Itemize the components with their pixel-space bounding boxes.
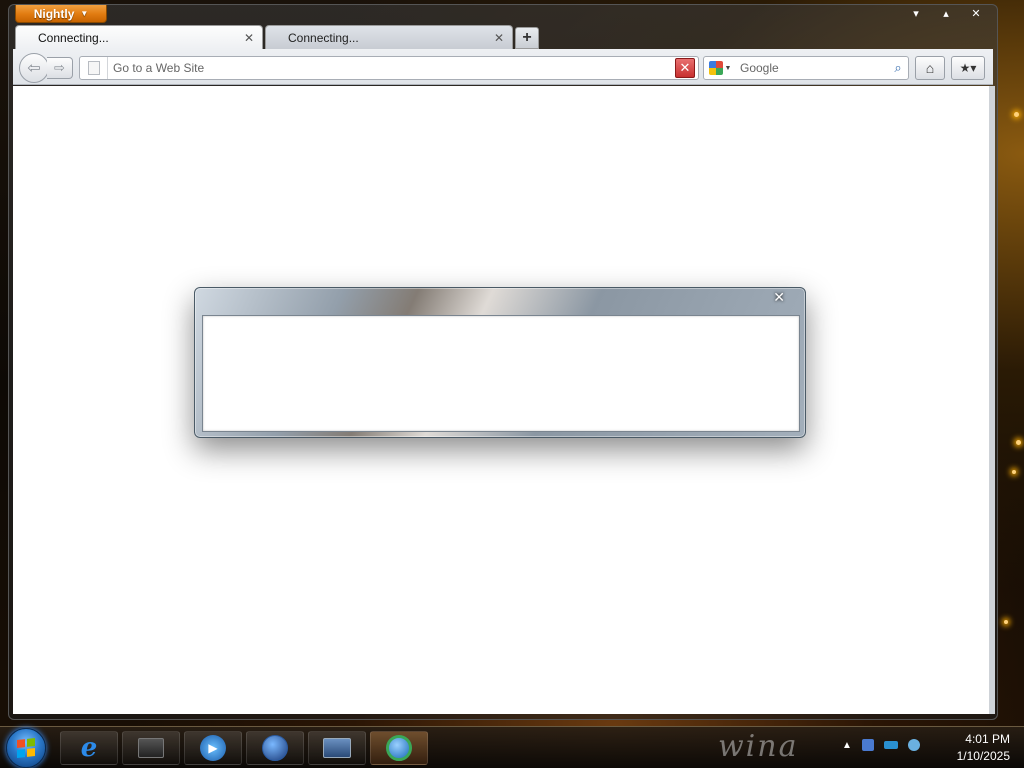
tab-title: Connecting... bbox=[288, 30, 359, 45]
taskbar-firefox[interactable] bbox=[370, 731, 428, 765]
dialog-body bbox=[202, 315, 800, 432]
wallpaper-glint bbox=[1016, 440, 1021, 445]
search-bar[interactable]: ▼ Google ⌕ bbox=[703, 56, 909, 80]
wallpaper-glint bbox=[1012, 470, 1016, 474]
wallpaper-glint bbox=[1014, 112, 1019, 117]
app-menu-button[interactable]: Nightly ▼ bbox=[15, 5, 107, 23]
search-engine-button[interactable]: ▼ bbox=[704, 61, 736, 75]
arrow-right-icon: ⇨ bbox=[54, 60, 65, 75]
site-identity-button[interactable] bbox=[80, 57, 108, 79]
back-button[interactable]: ⇦ bbox=[19, 53, 49, 83]
google-icon bbox=[708, 61, 723, 75]
arrow-left-icon: ⇦ bbox=[27, 60, 41, 77]
globe-icon bbox=[262, 735, 288, 761]
volume-icon[interactable] bbox=[907, 739, 920, 751]
stop-button[interactable]: ✕ bbox=[675, 58, 695, 78]
wallpaper-glint bbox=[1004, 620, 1008, 624]
wallpaper-brand: wina bbox=[718, 729, 799, 764]
taskbar-globe[interactable] bbox=[246, 731, 304, 765]
clock-date: 1/10/2025 bbox=[956, 749, 1010, 763]
new-tab-button[interactable]: + bbox=[515, 27, 539, 49]
url-input[interactable]: Go to a Web Site bbox=[108, 61, 682, 75]
media-player-icon: ▶ bbox=[200, 735, 226, 761]
start-button[interactable] bbox=[6, 728, 46, 768]
battery-icon[interactable] bbox=[883, 741, 898, 749]
internet-explorer-icon: e bbox=[80, 733, 98, 763]
tab-connecting-1[interactable]: Connecting... ✕ bbox=[15, 25, 263, 49]
tab-connecting-2[interactable]: Connecting... ✕ bbox=[265, 25, 513, 49]
home-button[interactable]: ⌂ bbox=[915, 56, 945, 80]
search-icon[interactable]: ⌕ bbox=[888, 60, 908, 76]
bookmark-star-icon: ★▾ bbox=[959, 61, 977, 75]
maximize-icon[interactable]: ▴ bbox=[939, 7, 953, 20]
navigation-toolbar: ⇦ ⇨ Go to a Web Site ▼ ✕ ▼ Google ⌕ ⌂ bbox=[13, 49, 993, 85]
network-icon[interactable] bbox=[861, 739, 874, 751]
minimize-icon[interactable]: ▾ bbox=[909, 7, 923, 20]
stop-icon: ✕ bbox=[679, 60, 691, 75]
clock-time: 4:01 PM bbox=[965, 732, 1010, 746]
chevron-down-icon: ▼ bbox=[724, 64, 732, 72]
bookmarks-button[interactable]: ★▾ bbox=[951, 56, 985, 80]
search-input[interactable]: Google bbox=[736, 61, 888, 75]
taskbar-folder[interactable] bbox=[122, 731, 180, 765]
taskbar-display-settings[interactable] bbox=[308, 731, 366, 765]
forward-button[interactable]: ⇨ bbox=[47, 57, 73, 79]
display-icon bbox=[323, 738, 351, 758]
taskbar-internet-explorer[interactable]: e bbox=[60, 731, 118, 765]
show-hidden-icons-icon[interactable]: ▲ bbox=[842, 740, 852, 751]
app-menu-label: Nightly bbox=[33, 6, 75, 21]
folder-icon bbox=[138, 738, 164, 758]
close-icon[interactable]: ✕ bbox=[773, 289, 785, 306]
window-controls: ▾ ▴ ✕ bbox=[909, 7, 983, 20]
taskbar-media-player[interactable]: ▶ bbox=[184, 731, 242, 765]
system-tray: ▲ bbox=[842, 739, 920, 751]
content-border bbox=[989, 86, 995, 714]
windows-logo-icon bbox=[17, 738, 35, 758]
tab-title: Connecting... bbox=[38, 30, 109, 45]
modal-dialog: ✕ bbox=[194, 287, 806, 438]
url-bar[interactable]: Go to a Web Site ▼ bbox=[79, 56, 699, 80]
chevron-down-icon: ▼ bbox=[80, 9, 89, 18]
tab-strip: Connecting... ✕ Connecting... ✕ + bbox=[15, 25, 539, 49]
home-icon: ⌂ bbox=[925, 60, 935, 76]
close-window-icon[interactable]: ✕ bbox=[969, 7, 983, 20]
taskbar-clock[interactable]: 4:01 PM 1/10/2025 bbox=[957, 731, 1010, 765]
plus-icon: + bbox=[522, 29, 532, 46]
page-icon bbox=[87, 61, 100, 75]
tab-close-icon[interactable]: ✕ bbox=[244, 31, 254, 45]
tab-close-icon[interactable]: ✕ bbox=[494, 31, 504, 45]
firefox-icon bbox=[386, 735, 412, 761]
taskbar: e ▶ wina ▲ 4:01 PM 1/10/2025 bbox=[0, 726, 1024, 768]
